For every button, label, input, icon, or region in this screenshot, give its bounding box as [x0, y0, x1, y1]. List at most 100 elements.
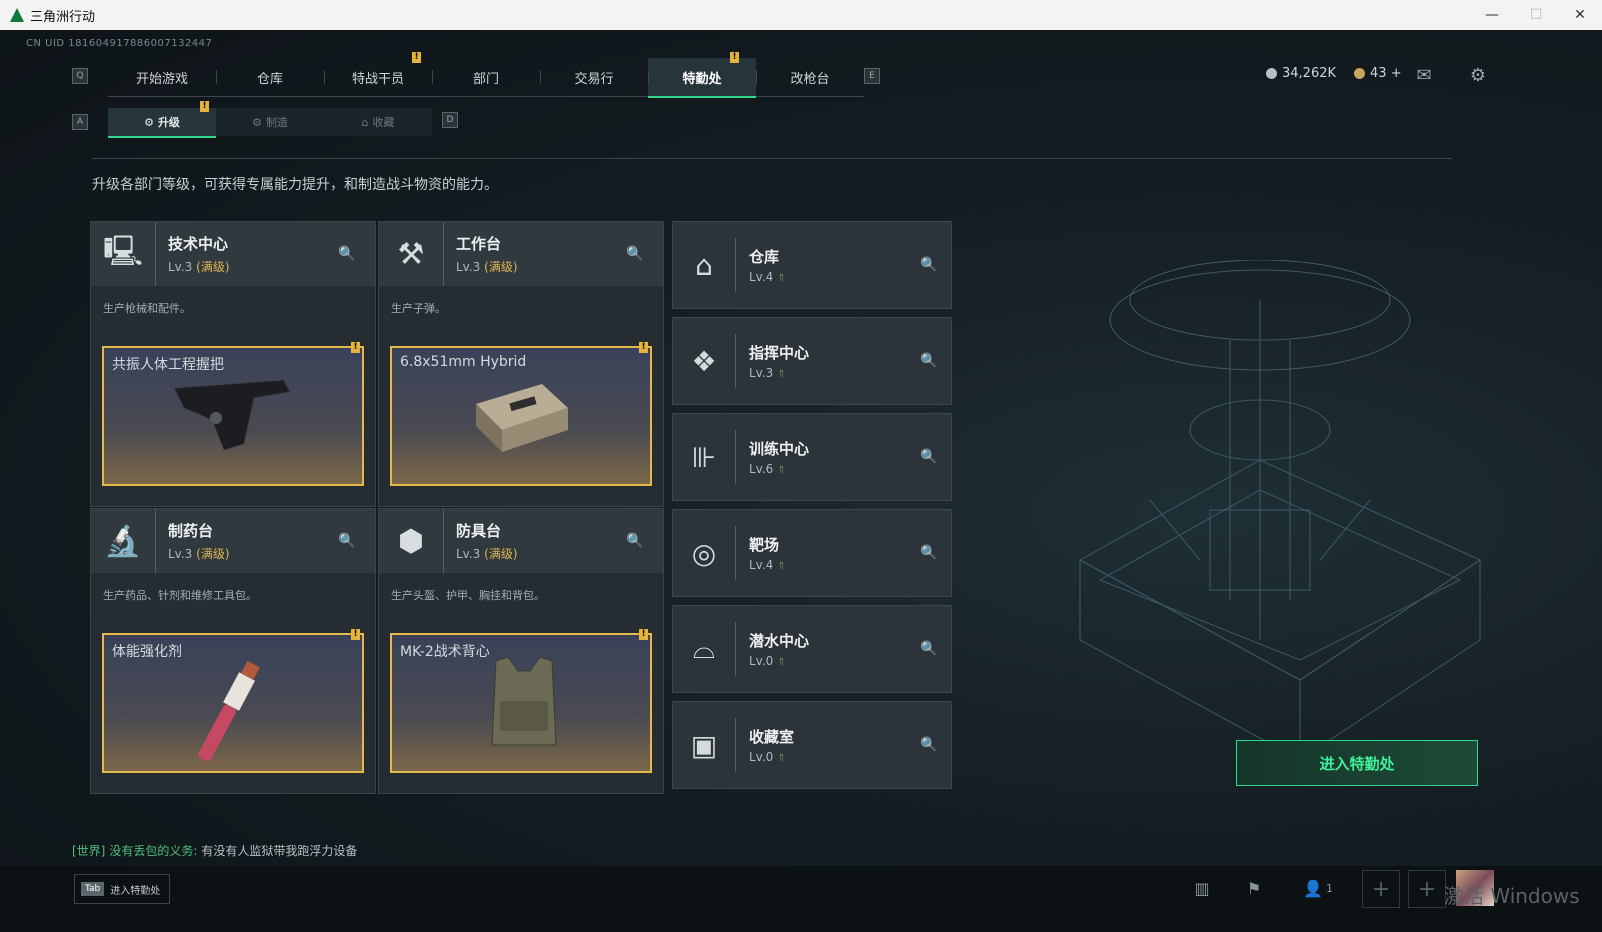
- add-slot-1-icon[interactable]: +: [1362, 870, 1400, 908]
- facility-row-warehouse[interactable]: ⌂ 仓库 Lv.4 ⇑ 🔍: [672, 221, 952, 309]
- facility-level: Lv.3: [456, 260, 481, 274]
- warehouse-icon: ⌂: [695, 248, 713, 282]
- tab-gunsmith[interactable]: 改枪台: [756, 58, 864, 96]
- subtab-upgrade[interactable]: ⚙ 升级: [108, 108, 216, 138]
- facility-card-armor-bench[interactable]: ⬢ 防具台 Lv.3 (满级) 🔍 生产头盔、护甲、胸挂和背包。 MK-2战术背…: [378, 508, 664, 794]
- facility-level: Lv.3: [749, 366, 774, 380]
- coin-balance[interactable]: 34,262K: [1266, 66, 1336, 81]
- enter-special-service-button[interactable]: 进入特勤处: [1236, 740, 1478, 786]
- upgrade-arrow-icon: ⇑: [777, 369, 786, 380]
- gold-icon: [1354, 68, 1366, 79]
- product-name: 共振人体工程握把: [112, 357, 224, 373]
- facility-name: 指挥中心: [749, 344, 810, 362]
- subtab-collect[interactable]: ⌂ 收藏: [324, 108, 432, 136]
- search-icon[interactable]: 🔍: [919, 351, 939, 371]
- boxes-icon: ⬢: [379, 509, 444, 573]
- minimize-button[interactable]: —: [1470, 0, 1514, 30]
- max-level-badge: (满级): [484, 547, 518, 561]
- upgrade-arrow-icon: ⇑: [777, 465, 786, 476]
- tab-label: 改枪台: [790, 71, 830, 87]
- tab-start-game[interactable]: 开始游戏: [108, 58, 216, 96]
- divider: [92, 158, 1452, 159]
- coin-icon: [1266, 68, 1277, 79]
- product-slot[interactable]: 6.8x51mm Hybrid !: [390, 342, 652, 486]
- product-slot[interactable]: 体能强化剂 !: [102, 629, 364, 773]
- friends-count: 1: [1325, 881, 1333, 895]
- flag-icon[interactable]: ⚑: [1240, 876, 1268, 900]
- add-slot-2-icon[interactable]: +: [1408, 870, 1446, 908]
- facility-name: 靶场: [749, 536, 780, 554]
- chat-user: 没有丢包的义务:: [109, 844, 198, 858]
- mail-icon[interactable]: ✉: [1412, 64, 1436, 86]
- resource-bar: 34,262K 43 +: [1266, 66, 1420, 81]
- tab-label: 特勤处: [682, 71, 722, 87]
- search-icon[interactable]: 🔍: [919, 735, 939, 755]
- gear-icon[interactable]: ⚙: [1466, 64, 1490, 86]
- product-name: 6.8x51mm Hybrid: [400, 354, 527, 370]
- upgrade-arrow-icon: ⇑: [777, 273, 786, 284]
- product-name: 体能强化剂: [112, 644, 182, 660]
- tab-key-hint[interactable]: Tab 进入特勤处: [74, 874, 170, 904]
- facility-row-training-center[interactable]: ⊪ 训练中心 Lv.6 ⇑ 🔍: [672, 413, 952, 501]
- facility-level: Lv.0: [749, 750, 774, 764]
- subtab-label: 制造: [265, 116, 288, 129]
- main-nav: 开始游戏 仓库 特战干员 部门 交易行 特勤处 改枪台: [108, 58, 864, 98]
- facility-row-command-center[interactable]: ❖ 指挥中心 Lv.3 ⇑ 🔍: [672, 317, 952, 405]
- tab-label: 交易行: [574, 71, 614, 87]
- search-icon[interactable]: 🔍: [337, 244, 357, 264]
- facility-card-tech-center[interactable]: 🖳 技术中心 Lv.3 (满级) 🔍 生产枪械和配件。 共振人体工程握把 !: [90, 221, 376, 507]
- gold-amount: 43 +: [1370, 66, 1402, 81]
- search-icon[interactable]: 🔍: [919, 639, 939, 659]
- search-icon[interactable]: 🔍: [919, 255, 939, 275]
- facility-desc: 生产药品、针剂和维修工具包。: [103, 589, 257, 602]
- tab-trade[interactable]: 交易行: [540, 58, 648, 96]
- window-title: 三角洲行动: [30, 9, 96, 25]
- max-level-badge: (满级): [196, 260, 230, 274]
- tab-warehouse[interactable]: 仓库: [216, 58, 324, 96]
- chat-line[interactable]: [世界] 没有丢包的义务: 有没有人监狱带我跑浮力设备: [72, 842, 357, 859]
- subtab-label: 收藏: [372, 116, 395, 129]
- subtab-craft[interactable]: ⚙ 制造: [216, 108, 324, 136]
- gold-balance[interactable]: 43 +: [1354, 66, 1402, 81]
- base-blueprint-art: [1078, 260, 1482, 761]
- facility-row-diving-center[interactable]: ⌓ 潜水中心 Lv.0 ⇑ 🔍: [672, 605, 952, 693]
- sub-nav: ⚙ 升级 ⚙ 制造 ⌂ 收藏: [108, 108, 432, 138]
- facility-row-collection-room[interactable]: ▣ 收藏室 Lv.0 ⇑ 🔍: [672, 701, 952, 789]
- product-slot[interactable]: 共振人体工程握把 !: [102, 342, 364, 486]
- app-logo-icon: [10, 8, 24, 22]
- search-icon[interactable]: 🔍: [625, 531, 645, 551]
- friends-icon[interactable]: 👤 1: [1298, 876, 1338, 900]
- product-alert-badge: !: [639, 342, 648, 353]
- tab-department[interactable]: 部门: [432, 58, 540, 96]
- facility-desc: 生产子弹。: [391, 302, 446, 315]
- search-icon[interactable]: 🔍: [625, 244, 645, 264]
- collect-icon: ⌂: [361, 115, 369, 129]
- product-alert-badge: !: [639, 629, 648, 640]
- facility-level: Lv.4: [749, 270, 774, 284]
- subnav-key-right: D: [442, 112, 458, 128]
- coin-amount: 34,262K: [1282, 66, 1337, 81]
- maximize-button[interactable]: ☐: [1514, 0, 1558, 30]
- operators-alert-badge: !: [412, 52, 421, 63]
- monitor-icon: 🖳: [91, 222, 156, 286]
- product-slot[interactable]: MK-2战术背心 !: [390, 629, 652, 773]
- search-icon[interactable]: 🔍: [919, 447, 939, 467]
- facility-level: Lv.3: [168, 547, 193, 561]
- search-icon[interactable]: 🔍: [337, 531, 357, 551]
- facility-row-shooting-range[interactable]: ◎ 靶场 Lv.4 ⇑ 🔍: [672, 509, 952, 597]
- search-icon[interactable]: 🔍: [919, 543, 939, 563]
- hammer-wrench-icon: ⚒: [379, 222, 444, 286]
- tab-special-service[interactable]: 特勤处: [648, 58, 756, 98]
- subtab-label: 升级: [157, 116, 180, 129]
- close-button[interactable]: ✕: [1558, 0, 1602, 30]
- chat-message: 有没有人监狱带我跑浮力设备: [201, 844, 358, 858]
- facility-card-pharmacy[interactable]: 🔬 制药台 Lv.3 (满级) 🔍 生产药品、针剂和维修工具包。 体能强化剂 !: [90, 508, 376, 794]
- stats-icon[interactable]: ▥: [1188, 876, 1216, 900]
- facility-card-workbench[interactable]: ⚒ 工作台 Lv.3 (满级) 🔍 生产子弹。 6.8x51mm Hybrid …: [378, 221, 664, 507]
- upgrade-icon: ⚙: [144, 115, 154, 129]
- page-description: 升级各部门等级，可获得专属能力提升，和制造战斗物资的能力。: [92, 177, 498, 193]
- upgrade-alert-badge: !: [200, 101, 209, 112]
- product-name: MK-2战术背心: [400, 644, 490, 660]
- tab-operators[interactable]: 特战干员: [324, 58, 432, 96]
- tab-key: Tab: [81, 882, 105, 896]
